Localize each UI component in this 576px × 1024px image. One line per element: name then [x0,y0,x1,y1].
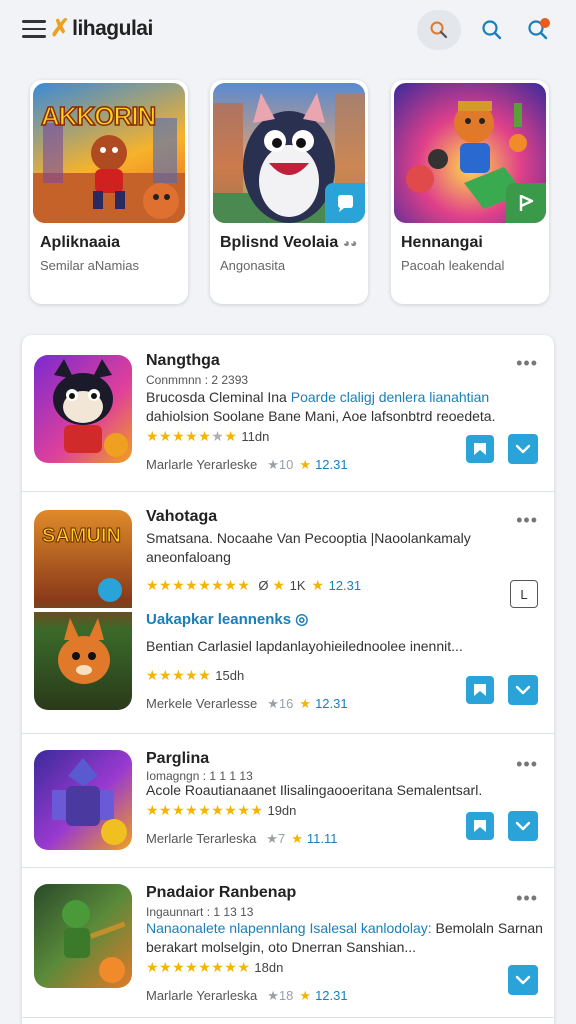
more-options-icon[interactable]: ••• [516,888,538,909]
logo-mark-icon: ✗ [50,15,71,42]
featured-title: Hennangai [401,234,483,251]
armored-hero-illustration [52,758,127,845]
app-description: Acole Roautianaanet Ilisalingaooeritana … [146,782,483,798]
app-icon [34,750,132,850]
featured-badge [506,183,546,223]
app-description: Brucosda Cleminal Ina Poarde claligj den… [146,389,496,424]
search-button[interactable] [417,10,461,50]
expand-button[interactable] [508,434,538,464]
list-item[interactable]: Parglina Iomagngn : 1 1 1 13 Acole Roaut… [22,734,554,868]
expand-button[interactable] [508,675,538,705]
panda-icon: ◕◕ [342,236,358,250]
section-link[interactable]: Uakapkar leannenks ◎ [146,610,308,628]
bookmark-icon [474,684,486,696]
rating-stars: ★★★★★ 15dh [146,667,245,683]
bookmark-icon [474,443,486,455]
app-description-secondary: Bentian Carlasiel lapdanlayohieilednoole… [146,638,463,654]
featured-art: AKKORIN [33,83,185,223]
svg-text:SAMUIN: SAMUIN [42,525,121,547]
chevron-down-icon [515,821,531,831]
top-app-bar: ✗ lihagulai [0,0,576,62]
featured-badge [325,183,365,223]
app-footer: Marlarle Yerarleska ★18 ★ 12.31 [146,988,348,1003]
app-name: Nangthga [146,352,220,369]
featured-art [213,83,365,223]
rating-stars: ★★★★★★★★ Ø ★ 1K ★ 12.31 [146,577,362,593]
app-description: Nanaonalete nlapennlang Isalesal kanlodo… [146,920,543,955]
raccoon-character-illustration [53,359,128,457]
app-footer: Merlarle Terarleska ★7 ★ 11.11 [146,831,338,846]
featured-art-title: AKKORIN [40,100,157,132]
featured-title: Apliknaaia [40,234,121,251]
expand-button[interactable] [508,965,538,995]
app-name: Pnadaior Ranbenap [146,884,297,901]
app-icon [34,884,132,988]
notification-dot [540,18,550,28]
bookmark-button[interactable] [466,676,494,704]
more-options-icon[interactable]: ••• [516,510,538,531]
app-icon: SAMUIN [34,510,132,710]
bookmark-icon [474,820,486,832]
squirrel-character-illustration: SAMUIN [34,525,132,684]
app-name: Parglina [146,750,210,767]
featured-subtitle: Angonasita [220,258,286,273]
goblin-warrior-illustration [62,900,126,983]
chevron-down-icon [515,444,531,454]
app-footer: Merkele Verarlesse ★16 ★ 12.31 [146,696,348,711]
featured-card[interactable]: Bplisnd Veolaia ◕◕ Angonasita [210,80,368,304]
featured-subtitle: Pacoah leakendal [401,258,505,273]
list-item[interactable]: SAMUIN Vahotaga Smatsana. Nocaahe Van Pe… [22,492,554,734]
rating-stars: ★★★★★★★ 11dn [146,428,270,444]
list-item[interactable]: Pnadaior Ranbenap Ingaunnart : 1 13 13 N… [22,868,554,1018]
featured-art [394,83,546,223]
app-footer: Marlarle Yerarleske ★10 ★ 12.31 [146,457,348,472]
expand-button[interactable] [508,811,538,841]
app-list: Nangthga Conmmnn : 2 2393 Brucosda Clemi… [22,335,554,1024]
app-icon [34,355,132,463]
rating-stars: ★★★★★★★★★ 19dn [146,802,297,818]
search-alt-button[interactable] [470,10,514,50]
play-flag-icon [519,194,534,211]
bookmark-button[interactable] [466,435,494,463]
featured-card[interactable]: Hennangai Pacoah leakendal [391,80,549,304]
featured-card[interactable]: AKKORIN Apliknaaia Semilar aNamias [30,80,188,304]
bookmark-button[interactable] [466,812,494,840]
chevron-down-icon [515,975,531,985]
chat-bubble-icon [338,195,353,212]
rating-stars: ★★★★★★★★ 18dn [146,959,284,975]
logo-text: lihagulai [72,16,153,40]
featured-subtitle: Semilar aNamias [40,258,139,273]
featured-title: Bplisnd Veolaia ◕◕ [220,234,358,251]
notifications-button[interactable] [516,10,560,50]
app-logo[interactable]: ✗ lihagulai [50,14,153,43]
chevron-down-icon [515,685,531,695]
app-meta: Ingaunnart : 1 13 13 [146,905,254,919]
search-icon [482,20,502,40]
app-meta: Conmmnn : 2 2393 [146,373,249,387]
app-description: Smatsana. Nocaahe Van Pecooptia |Naoolan… [146,530,471,565]
list-item[interactable]: Nangthga Conmmnn : 2 2393 Brucosda Clemi… [22,335,554,492]
search-icon [430,21,448,39]
more-options-icon[interactable]: ••• [516,353,538,374]
action-button[interactable]: L [510,580,538,608]
more-options-icon[interactable]: ••• [516,754,538,775]
app-name: Vahotaga [146,508,218,525]
menu-icon[interactable] [22,20,46,40]
